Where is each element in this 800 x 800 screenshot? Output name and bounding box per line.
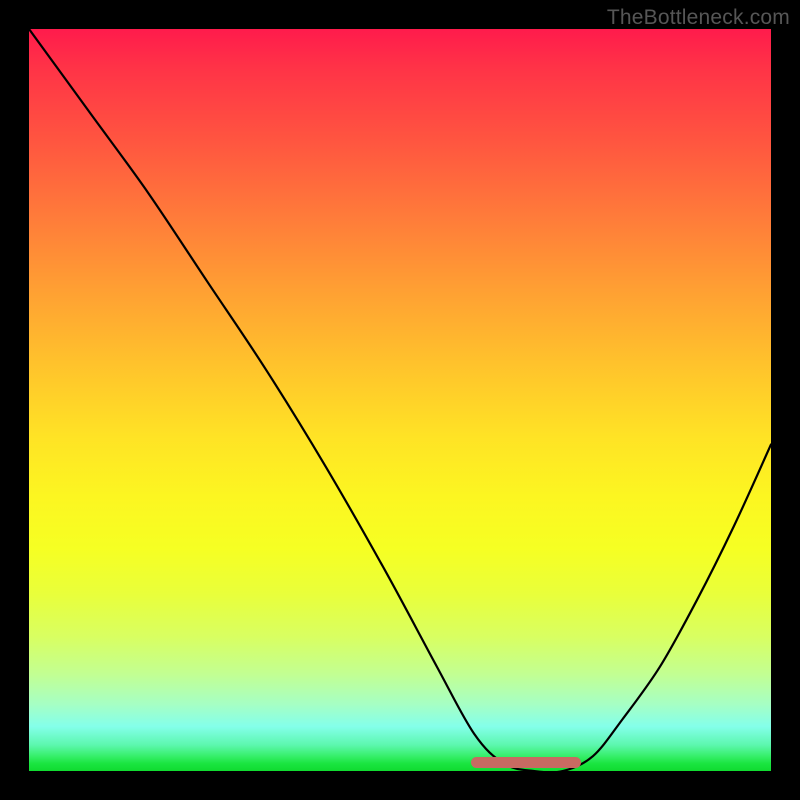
chart-frame: TheBottleneck.com	[0, 0, 800, 800]
bottleneck-curve	[29, 29, 771, 771]
plot-area	[29, 29, 771, 771]
optimal-range-marker	[471, 757, 581, 768]
watermark-text: TheBottleneck.com	[607, 6, 790, 30]
